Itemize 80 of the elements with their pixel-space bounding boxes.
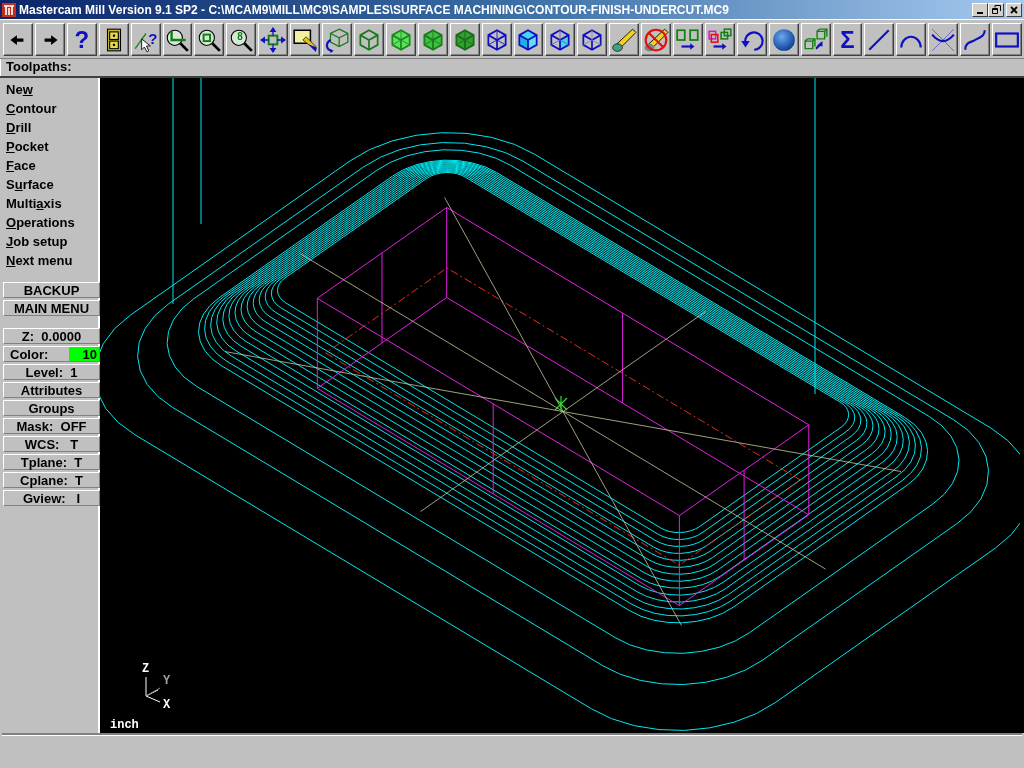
toolbar-button[interactable]: 8 bbox=[226, 23, 257, 56]
color-setting[interactable]: Color: 10 bbox=[3, 346, 100, 362]
toolbar-button[interactable] bbox=[545, 23, 576, 56]
sphere-icon bbox=[770, 26, 797, 53]
toolbar-button[interactable] bbox=[704, 23, 735, 56]
toolbar-button[interactable] bbox=[800, 23, 831, 56]
axis-label: X bbox=[163, 699, 171, 711]
toolbar-button[interactable] bbox=[98, 23, 129, 56]
toolbar-button[interactable] bbox=[928, 23, 959, 56]
toolbar-button[interactable] bbox=[322, 23, 352, 56]
setting-button[interactable]: Mask: OFF bbox=[3, 418, 100, 434]
axis-label: Z bbox=[142, 663, 150, 675]
toolbar-button[interactable] bbox=[609, 23, 640, 56]
toolbar-button[interactable] bbox=[481, 23, 512, 56]
setting-button[interactable]: Cplane: T bbox=[3, 472, 100, 488]
toolbar-button[interactable] bbox=[641, 23, 672, 56]
setting-button[interactable]: Groups bbox=[3, 400, 100, 416]
setting-button[interactable]: Level: 1 bbox=[3, 364, 100, 380]
zoom-label: 8 bbox=[237, 32, 243, 42]
restore-icon bbox=[991, 5, 1001, 14]
close-icon bbox=[1010, 5, 1018, 14]
menu-item[interactable]: Pocket bbox=[3, 137, 98, 156]
app-logo-icon bbox=[2, 2, 16, 17]
toolbar-button[interactable] bbox=[258, 23, 289, 56]
toolbar-button[interactable] bbox=[960, 23, 991, 56]
close-button[interactable] bbox=[1006, 2, 1022, 17]
menu-item[interactable]: Next menu bbox=[3, 251, 98, 270]
toolbar-button[interactable] bbox=[449, 23, 480, 56]
toolbar-button[interactable] bbox=[385, 23, 416, 56]
menu-item[interactable]: Multiaxis bbox=[3, 194, 98, 213]
axis-label: Y bbox=[163, 675, 171, 687]
fillet-icon bbox=[930, 26, 957, 53]
setting-button[interactable]: Tplane: T bbox=[3, 454, 100, 470]
menu-button[interactable]: MAIN MENU bbox=[3, 300, 100, 316]
minimize-icon bbox=[977, 11, 983, 14]
setting-button[interactable]: WCS: T bbox=[3, 436, 100, 452]
paintbrush-icon bbox=[292, 26, 319, 53]
menu-title: Toolpaths: bbox=[0, 59, 1024, 76]
color-label: Color: bbox=[10, 347, 49, 361]
toolbar-button[interactable] bbox=[768, 23, 799, 56]
toolbar-button[interactable] bbox=[896, 23, 927, 56]
question-mark-label: ? bbox=[148, 31, 158, 46]
menu-item[interactable]: Surface bbox=[3, 175, 98, 194]
toolbar-button[interactable] bbox=[864, 23, 895, 56]
no-pencil-icon bbox=[643, 26, 670, 53]
menu-item[interactable]: Drill bbox=[3, 118, 98, 137]
toolbar-button[interactable]: ? bbox=[66, 23, 97, 56]
toolbar-button[interactable] bbox=[353, 23, 384, 56]
axes-drawing bbox=[145, 676, 161, 703]
toolbar-button[interactable] bbox=[577, 23, 608, 56]
toolbar-button[interactable] bbox=[3, 23, 33, 56]
color-swatch: 10 bbox=[69, 347, 99, 361]
restore-button[interactable] bbox=[988, 2, 1004, 17]
menu-item[interactable]: Job setup bbox=[3, 232, 98, 251]
origin-marker-icon bbox=[554, 395, 568, 413]
toolbar-button[interactable] bbox=[992, 23, 1022, 56]
rotate-cube-icon bbox=[324, 26, 350, 53]
toolbar-button[interactable] bbox=[513, 23, 544, 56]
menu-item[interactable]: Face bbox=[3, 156, 98, 175]
toolbar-button[interactable] bbox=[162, 23, 193, 56]
toolbar-button[interactable] bbox=[736, 23, 767, 56]
toolbar-button[interactable]: ? bbox=[130, 23, 161, 56]
pan-arrows-icon bbox=[260, 26, 287, 53]
minimize-button[interactable] bbox=[972, 2, 988, 17]
setting-button[interactable]: Z: 0.0000 bbox=[3, 328, 100, 344]
pencil-icon bbox=[611, 26, 638, 53]
menu-button[interactable]: BACKUP bbox=[3, 282, 100, 298]
toolbar-button[interactable] bbox=[417, 23, 448, 56]
toolbar-button[interactable] bbox=[34, 23, 65, 56]
menu-item[interactable]: Contour bbox=[3, 99, 98, 118]
toolbar-button[interactable] bbox=[194, 23, 225, 56]
window-title: Mastercam Mill Version 9.1 SP2 - C:\MCAM9\MILL\MC9\SAMPLES\SURFACE MACHINING\CONTOUR-FINISH-UNDERCUT.MC9 bbox=[19, 2, 730, 17]
toolbar-button[interactable] bbox=[290, 23, 321, 56]
setting-button[interactable]: Gview: I bbox=[3, 490, 100, 506]
menu-item[interactable]: Operations bbox=[3, 213, 98, 232]
setting-button[interactable]: Attributes bbox=[3, 382, 100, 398]
menu-item[interactable]: New bbox=[3, 80, 98, 99]
toolbar-button[interactable] bbox=[673, 23, 703, 56]
toolbar-button[interactable]: Σ bbox=[832, 23, 863, 56]
units-label: inch bbox=[110, 719, 139, 731]
